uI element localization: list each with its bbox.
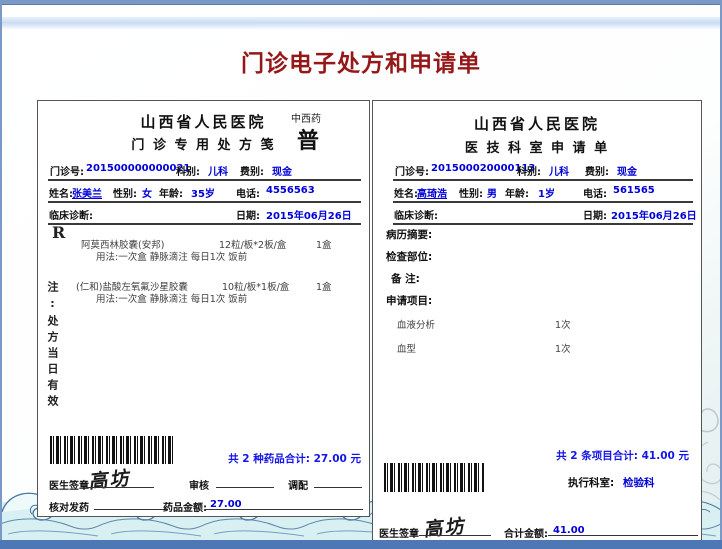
prescription-form: 山西省人民医院 门 诊 专 用 处 方 笺 中西药 普 门诊号: 2015000… — [37, 100, 370, 517]
dept-label: 科别: — [176, 163, 200, 178]
visit-info-row: 门诊号: 201500020000113 科别: 儿科 费别: 现金 — [393, 159, 693, 181]
drug-usage: 用法:一次盒 静脉滴注 每日1次 饭前 — [96, 249, 247, 263]
slide-header-strip — [2, 17, 720, 30]
gender-value: 男 — [487, 185, 497, 200]
drug-item-row: (仁和)盐酸左氧氟沙星胶囊 10粒/板*1板/盒 1盒 — [38, 279, 369, 291]
diagnosis-row: 临床诊断: 日期: 2015年06月26日 — [48, 203, 361, 225]
review-blank — [216, 473, 274, 488]
signature-row: 医生签章 高坊 合计金额: 41.00 — [373, 515, 701, 541]
visit-no-label: 门诊号: — [50, 163, 84, 178]
dispense-blank — [314, 473, 362, 488]
apply-items-label: 申请项目: — [386, 293, 432, 308]
lab-application-form: 山西省人民医院 医 技 科 室 申 请 单 门诊号: 2015000200001… — [372, 100, 702, 544]
fee-value: 现金 — [272, 163, 292, 178]
exec-dept-value: 检验科 — [623, 475, 655, 490]
presentation-slide: 门诊电子处方和申请单 山西省人民医院 门 诊 专 用 处 方 笺 中西药 普 — [0, 0, 722, 549]
drug-usage-row: 用法:一次盒 静脉滴注 每日1次 饭前 — [38, 249, 369, 261]
visit-no-label: 门诊号: — [395, 163, 429, 178]
diagnosis-row: 临床诊断: 日期: 2015年06月26日 — [393, 203, 693, 225]
signature-blank — [86, 473, 154, 488]
visit-no-value: 201500000000021 — [86, 163, 190, 174]
drug-usage-row: 用法:一次盒 静脉滴注 每日1次 饭前 — [38, 291, 369, 303]
barcode — [50, 436, 174, 464]
apply-item-qty: 1次 — [555, 317, 571, 331]
name-value: 高琦浩 — [417, 185, 447, 200]
check-blank — [94, 495, 168, 510]
exec-dept-row: 执行科室: 检验科 — [373, 473, 701, 491]
drug-amount-label: 药品金额: — [163, 499, 207, 514]
apply-item-row: 血型 1次 — [373, 341, 701, 353]
page-title: 门诊电子处方和申请单 — [0, 44, 722, 78]
apply-item-name: 血型 — [397, 341, 416, 355]
prescription-class-tag: 普 — [297, 123, 319, 155]
date-label: 日期: — [236, 207, 260, 222]
name-value: 张美兰 — [72, 185, 102, 200]
slide-top-border-edge — [0, 4, 722, 5]
signature-row: 医生签章 高坊 审核 调配 — [38, 469, 369, 493]
drug-item-row: 阿莫西林胶囊(安邦) 12粒/板*2板/盒 1盒 — [38, 237, 369, 249]
dept-label: 科别: — [517, 163, 541, 178]
apply-item-name: 血液分析 — [397, 317, 435, 331]
check-dispense-label: 核对发药 — [49, 499, 89, 514]
apply-item-qty: 1次 — [555, 341, 571, 355]
prescription-form-title: 门 诊 专 用 处 方 笺 — [38, 134, 369, 153]
diagnosis-label: 临床诊断: — [394, 207, 438, 222]
date-label: 日期: — [583, 207, 607, 222]
drug-total-line: 共 2 种药品合计: 27.00 元 — [228, 451, 361, 466]
gender-label: 性别: — [459, 185, 483, 200]
total-amount-label: 合计金额: — [504, 525, 548, 540]
name-label: 姓名: — [394, 185, 418, 200]
item-total-line: 共 2 条项目合计: 41.00 元 — [556, 448, 689, 463]
doctor-sign-label: 医生签章 — [49, 477, 89, 492]
age-label: 年龄: — [159, 185, 183, 200]
summary-label: 病历摘要: — [386, 227, 432, 242]
fee-label: 费别: — [240, 163, 264, 178]
phone-value: 4556563 — [266, 185, 315, 196]
application-form-title: 医 技 科 室 申 请 单 — [373, 137, 701, 156]
gender-label: 性别: — [113, 185, 137, 200]
slide-bottom-bar — [0, 540, 722, 549]
dept-value: 儿科 — [208, 163, 228, 178]
doctor-sign-label: 医生签章 — [379, 525, 419, 540]
patient-info-row: 姓名: 张美兰 性别: 女 年龄: 35岁 电话: 4556563 — [48, 181, 361, 203]
apply-item-row: 血液分析 1次 — [373, 317, 701, 329]
signature-blank — [419, 521, 491, 536]
dept-value: 儿科 — [549, 163, 569, 178]
fee-label: 费别: — [585, 163, 609, 178]
name-label: 姓名: — [49, 185, 73, 200]
drug-usage: 用法:一次盒 静脉滴注 每日1次 饭前 — [96, 291, 247, 305]
exam-part-label: 检查部位: — [386, 249, 432, 264]
amount-blank — [205, 495, 363, 510]
gender-value: 女 — [142, 185, 152, 200]
patient-info-row: 姓名: 高琦浩 性别: 男 年龄: 1岁 电话: 561565 — [393, 181, 693, 203]
date-value: 2015年06月26日 — [611, 207, 697, 222]
phone-value: 561565 — [613, 185, 655, 196]
age-value: 35岁 — [191, 185, 215, 200]
phone-label: 电话: — [236, 185, 260, 200]
phone-label: 电话: — [583, 185, 607, 200]
amount-blank — [548, 521, 698, 536]
date-value: 2015年06月26日 — [266, 207, 352, 222]
age-label: 年龄: — [505, 185, 529, 200]
exec-dept-label: 执行科室: — [568, 475, 614, 490]
diagnosis-label: 临床诊断: — [49, 207, 93, 222]
review-label: 审核 — [189, 477, 209, 492]
fee-value: 现金 — [617, 163, 637, 178]
age-value: 1岁 — [538, 185, 555, 200]
dispense-label: 调配 — [288, 477, 308, 492]
amount-row: 核对发药 药品金额: 27.00 — [38, 497, 369, 519]
remark-label: 备 注: — [391, 271, 420, 286]
hospital-name: 山西省人民医院 — [373, 113, 701, 134]
visit-info-row: 门诊号: 201500000000021 科别: 儿科 费别: 现金 — [48, 159, 361, 181]
slide-left-border — [0, 0, 2, 549]
